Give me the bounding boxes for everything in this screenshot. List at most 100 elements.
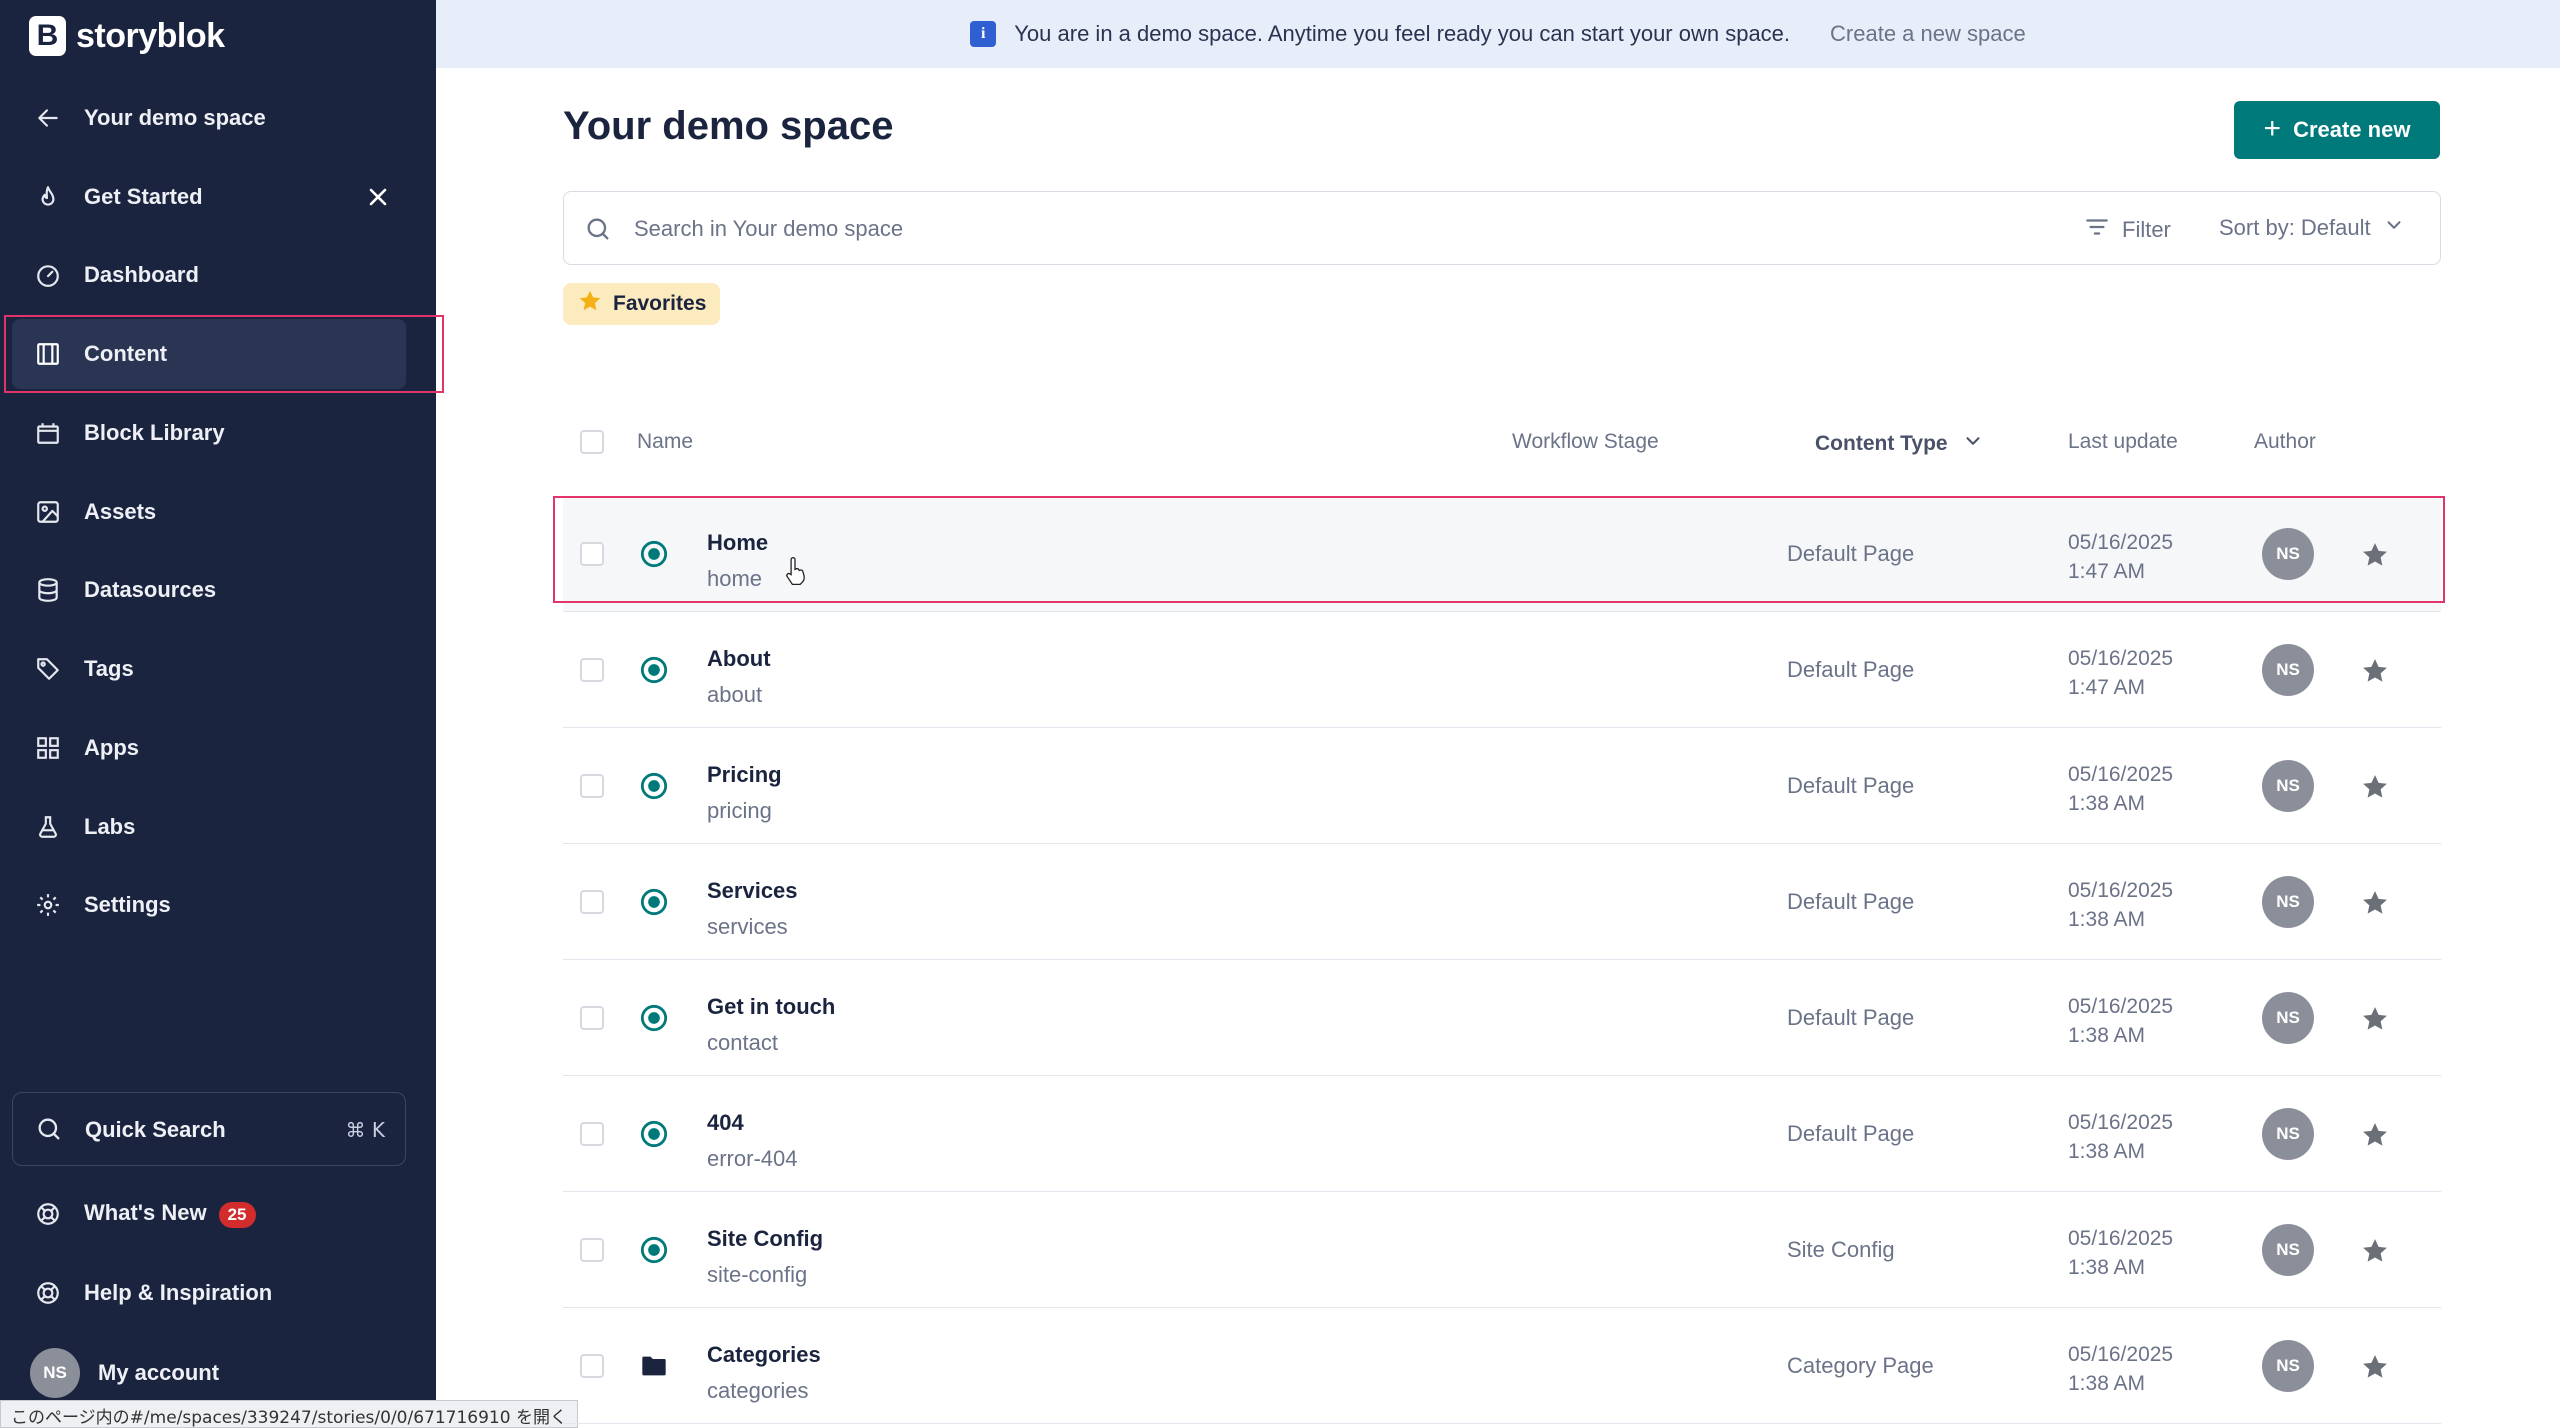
table-row[interactable]: Site Config site-config Site Config 05/16/2…: [563, 1192, 2441, 1308]
my-account-button[interactable]: NS My account: [30, 1348, 219, 1398]
published-status-icon: [640, 772, 668, 800]
last-update-date: 05/16/2025: [2068, 647, 2174, 670]
create-new-button[interactable]: + Create new: [2234, 101, 2440, 159]
favorite-star-icon[interactable]: [2360, 1004, 2390, 1034]
help-inspiration-button[interactable]: Help & Inspiration: [12, 1258, 406, 1328]
sidebar-item-get-started[interactable]: Get Started: [12, 162, 406, 232]
row-checkbox[interactable]: [580, 890, 604, 914]
content-search-bar: Filter Sort by: Default: [563, 191, 2441, 265]
last-update: 05/16/2025 1:38 AM: [2068, 760, 2173, 818]
whats-new-count-badge: 25: [218, 1201, 256, 1228]
table-row[interactable]: About about Default Page 05/16/2025 1:47 AM N…: [563, 612, 2441, 728]
row-checkbox[interactable]: [580, 1354, 604, 1378]
favorites-chip[interactable]: Favorites: [563, 283, 721, 325]
avatar: NS: [30, 1348, 80, 1398]
back-to-space[interactable]: Your demo space: [12, 83, 406, 153]
favorite-star-icon[interactable]: [2360, 1236, 2390, 1266]
filter-label: Filter: [2122, 217, 2171, 242]
select-all-checkbox[interactable]: [580, 430, 604, 454]
header-name[interactable]: Name: [637, 430, 693, 454]
create-new-label: Create new: [2293, 117, 2411, 142]
gear-icon: [34, 891, 62, 919]
story-slug: about: [707, 682, 763, 707]
block-library-icon: [34, 419, 62, 447]
close-icon[interactable]: [364, 183, 392, 211]
author-avatar: NS: [2262, 992, 2314, 1044]
flask-icon: [34, 813, 62, 841]
sidebar-item-settings[interactable]: Settings: [12, 870, 406, 940]
last-update: 05/16/2025 1:38 AM: [2068, 1108, 2173, 1166]
favorite-star-icon[interactable]: [2360, 772, 2390, 802]
back-label: Your demo space: [84, 105, 266, 130]
story-slug: site-config: [707, 1262, 808, 1287]
header-content-type-dropdown[interactable]: Content Type: [1815, 430, 1984, 458]
row-checkbox[interactable]: [580, 774, 604, 798]
table-row[interactable]: Get in touch contact Default Page 05/16/202…: [563, 960, 2441, 1076]
whats-new-label: What's New 25: [84, 1200, 256, 1228]
whats-new-text: What's New: [84, 1200, 207, 1226]
favorite-star-icon[interactable]: [2360, 1352, 2390, 1382]
table-row[interactable]: Pricing pricing Default Page 05/16/2025 1:38…: [563, 728, 2441, 844]
last-update-date: 05/16/2025: [2068, 763, 2174, 786]
folder-icon: [640, 1352, 668, 1380]
table-row[interactable]: Categories categories Category Page 05/16/2…: [563, 1308, 2441, 1424]
sidebar-item-label: Block Library: [84, 420, 225, 445]
story-name[interactable]: Categories: [707, 1342, 821, 1368]
storyblok-logo[interactable]: B storyblok: [29, 16, 225, 56]
story-slug: error-404: [707, 1146, 798, 1171]
sidebar-item-datasources[interactable]: Datasources: [12, 555, 406, 625]
table-row[interactable]: Services services Default Page 05/16/2025 1:…: [563, 844, 2441, 960]
last-update-time: 1:38 AM: [2068, 1372, 2146, 1395]
home-row-highlight-frame: [553, 496, 2445, 603]
sidebar: B storyblok Your demo space Get Started …: [0, 0, 444, 1428]
last-update-time: 1:38 AM: [2068, 908, 2146, 931]
header-author: Author: [2254, 430, 2316, 453]
sidebar-item-tags[interactable]: Tags: [12, 634, 406, 704]
sidebar-item-label: Apps: [84, 735, 139, 760]
table-row[interactable]: 404 error-404 Default Page 05/16/2025 1:38 A…: [563, 1076, 2441, 1192]
demo-space-banner: i You are in a demo space. Anytime you f…: [436, 0, 2560, 68]
help-icon: [34, 1279, 62, 1307]
row-checkbox[interactable]: [580, 1006, 604, 1030]
story-name[interactable]: Services: [707, 878, 798, 904]
search-input[interactable]: [634, 210, 1934, 248]
favorite-star-icon[interactable]: [2360, 1120, 2390, 1150]
sidebar-item-dashboard[interactable]: Dashboard: [12, 240, 406, 310]
hand-cursor-icon: [782, 556, 808, 593]
sidebar-item-assets[interactable]: Assets: [12, 477, 406, 547]
last-update-date: 05/16/2025: [2068, 995, 2174, 1018]
my-account-label: My account: [98, 1360, 220, 1385]
story-name[interactable]: Get in touch: [707, 994, 835, 1020]
search-icon: [35, 1115, 63, 1148]
sidebar-item-apps[interactable]: Apps: [12, 713, 406, 783]
whats-new-button[interactable]: What's New 25: [12, 1179, 406, 1249]
sort-dropdown[interactable]: Sort by: Default: [2219, 214, 2405, 242]
story-name[interactable]: 404: [707, 1110, 744, 1136]
plus-icon: +: [2263, 111, 2282, 145]
story-name[interactable]: Pricing: [707, 762, 782, 788]
header-last-update[interactable]: Last update: [2068, 430, 2178, 454]
row-checkbox[interactable]: [580, 658, 604, 682]
content-highlight-frame: [4, 315, 444, 393]
quick-search-button[interactable]: Quick Search ⌘ K: [12, 1092, 406, 1166]
content-type: Default Page: [1787, 657, 1915, 682]
story-slug: pricing: [707, 798, 772, 823]
content-type: Default Page: [1787, 1005, 1915, 1030]
story-name[interactable]: About: [707, 646, 771, 672]
logo-mark: B: [29, 16, 66, 56]
row-checkbox[interactable]: [580, 1122, 604, 1146]
favorite-star-icon[interactable]: [2360, 656, 2390, 686]
sidebar-item-label: Assets: [84, 499, 157, 524]
quick-search-label: Quick Search: [85, 1117, 226, 1142]
last-update-date: 05/16/2025: [2068, 879, 2174, 902]
sidebar-item-labs[interactable]: Labs: [12, 792, 406, 862]
author-avatar: NS: [2262, 1224, 2314, 1276]
create-new-space-link[interactable]: Create a new space: [1830, 21, 2026, 47]
story-name[interactable]: Site Config: [707, 1226, 823, 1252]
favorite-star-icon[interactable]: [2360, 888, 2390, 918]
sidebar-item-label: Datasources: [84, 577, 217, 602]
sidebar-item-block-library[interactable]: Block Library: [12, 398, 406, 468]
story-slug: categories: [707, 1378, 809, 1403]
filter-button[interactable]: Filter: [2084, 214, 2171, 246]
row-checkbox[interactable]: [580, 1238, 604, 1262]
